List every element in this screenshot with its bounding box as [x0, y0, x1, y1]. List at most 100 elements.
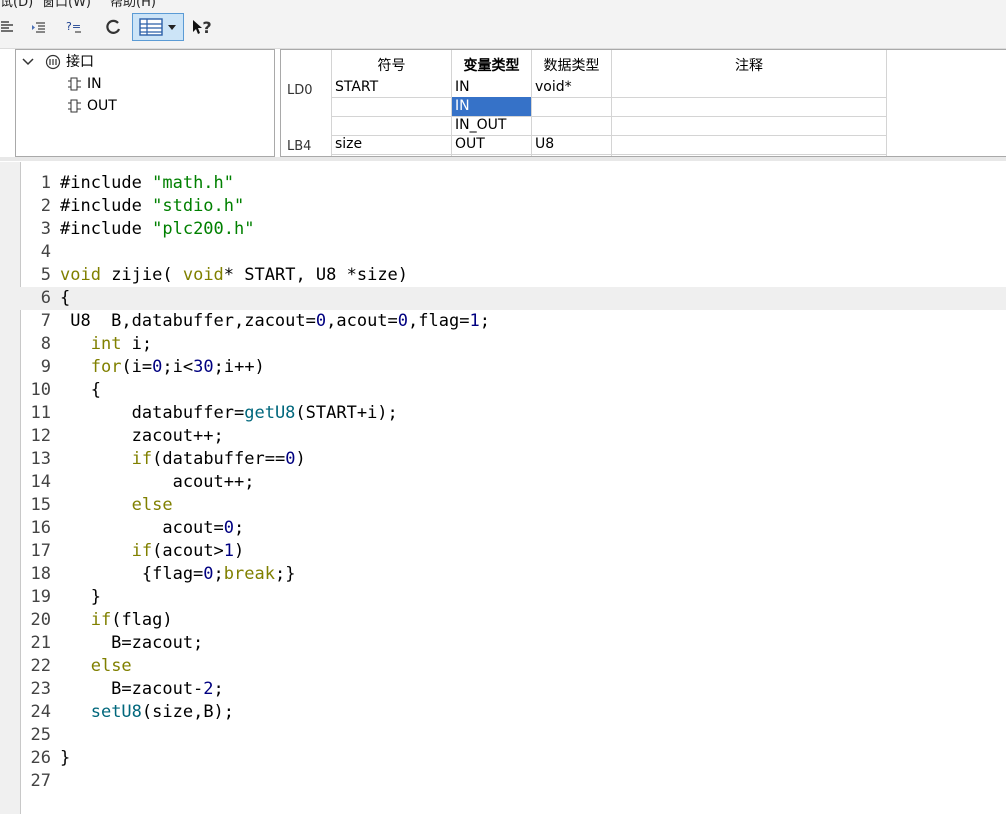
code-line[interactable]: 16 acout=0;: [20, 517, 1006, 540]
cell-data-type[interactable]: void*: [532, 78, 611, 97]
code-line[interactable]: 14 acout++;: [20, 471, 1006, 494]
context-help-button[interactable]: ?: [190, 13, 214, 41]
cell-comment[interactable]: [612, 116, 886, 135]
row-address-label: LB4: [287, 139, 312, 153]
code-line[interactable]: 20 if(flag): [20, 609, 1006, 632]
code-text: else: [90, 656, 132, 676]
align-left-icon[interactable]: [0, 13, 16, 41]
line-number: 11: [30, 403, 51, 423]
row-address-label: LD0: [287, 83, 313, 97]
cell-var-type[interactable]: IN_OUT: [452, 116, 531, 135]
line-number: 15: [30, 495, 51, 515]
code-line[interactable]: 11 databuffer=getU8(START+i);: [20, 402, 1006, 425]
line-number: 10: [30, 380, 51, 400]
tree-item-in[interactable]: IN: [68, 74, 102, 94]
code-line[interactable]: 9 for(i=0;i<30;i++): [20, 356, 1006, 379]
line-number: 22: [30, 656, 51, 676]
cell-var-type[interactable]: IN: [452, 78, 531, 97]
line-number: 23: [30, 679, 51, 699]
cell-symbol[interactable]: [332, 116, 451, 135]
code-text: int i;: [90, 334, 153, 354]
line-number: 13: [30, 449, 51, 469]
code-line[interactable]: 8 int i;: [20, 333, 1006, 356]
code-editor[interactable]: 1 #include "math.h" 2 #include "stdio.h" 3 #i…: [0, 162, 1006, 814]
code-line[interactable]: 21 B=zacout;: [20, 632, 1006, 655]
code-line[interactable]: 6{: [20, 287, 1006, 310]
code-line[interactable]: 26}: [20, 747, 1006, 770]
code-line[interactable]: 24 setU8(size,B);: [20, 701, 1006, 724]
cell-comment[interactable]: [612, 78, 886, 97]
code-text: {flag=0;break;}: [60, 564, 296, 584]
code-line[interactable]: 5 void zijie( void* START, U8 *size): [20, 264, 1006, 287]
input-pin-icon: [68, 77, 81, 91]
code-line[interactable]: 4: [20, 241, 1006, 264]
cell-symbol[interactable]: START: [332, 78, 451, 97]
menu-help[interactable]: 帮助(H): [110, 0, 156, 8]
code-line[interactable]: 22 else: [20, 655, 1006, 678]
code-text: #include "plc200.h": [60, 219, 255, 239]
table-view-button[interactable]: [132, 13, 184, 41]
menu-window[interactable]: 窗口(W): [42, 0, 91, 8]
code-text: {: [60, 380, 101, 400]
editor-margin: [0, 162, 21, 814]
code-text: setU8(size,B);: [90, 702, 235, 722]
pane-splitter[interactable]: [0, 157, 1006, 161]
code-line[interactable]: 1 #include "math.h": [20, 172, 1006, 195]
indent-icon[interactable]: [28, 13, 50, 41]
code-line[interactable]: 2 #include "stdio.h": [20, 195, 1006, 218]
cell-var-type[interactable]: OUT: [452, 135, 531, 154]
line-number: 6: [40, 288, 51, 308]
table-icon: [139, 18, 163, 36]
line-number: 24: [30, 702, 51, 722]
cell-var-type-selected[interactable]: IN: [452, 97, 531, 116]
code-line[interactable]: 12 zacout++;: [20, 425, 1006, 448]
code-line[interactable]: 7 U8 B,databuffer,zacout=0,acout=0,flag=…: [20, 310, 1006, 333]
code-line[interactable]: 3 #include "plc200.h": [20, 218, 1006, 241]
line-number: 19: [30, 587, 51, 607]
code-line[interactable]: 25: [20, 724, 1006, 747]
code-line[interactable]: 23 B=zacout-2;: [20, 678, 1006, 701]
line-number: 25: [30, 725, 51, 745]
cell-data-type[interactable]: U8: [532, 135, 611, 154]
cell-symbol[interactable]: [332, 97, 451, 116]
code-text: void zijie( void* START, U8 *size): [60, 265, 409, 285]
cell-symbol[interactable]: size: [332, 135, 451, 154]
code-line[interactable]: 15 else: [20, 494, 1006, 517]
tree-root-interface[interactable]: 接口: [22, 52, 94, 72]
code-line[interactable]: 17 if(acout>1): [20, 540, 1006, 563]
comment-icon[interactable]: ?=: [62, 13, 86, 41]
tree-item-out[interactable]: OUT: [68, 96, 117, 116]
refresh-icon[interactable]: [100, 13, 126, 41]
line-number: 27: [30, 771, 51, 791]
line-number: 1: [40, 173, 51, 193]
tree-root-label: 接口: [66, 54, 94, 70]
code-line[interactable]: 27: [20, 770, 1006, 793]
chevron-down-icon[interactable]: [22, 56, 34, 68]
tree-item-label: OUT: [87, 98, 117, 114]
code-line[interactable]: 18 {flag=0;break;}: [20, 563, 1006, 586]
toolbar: ?= ?: [0, 8, 1006, 49]
line-number: 26: [30, 748, 51, 768]
line-number: 20: [30, 610, 51, 630]
code-text: }: [60, 587, 101, 607]
code-text: if(acout>1): [131, 541, 245, 561]
chevron-down-icon[interactable]: [166, 21, 178, 33]
cursor-icon: [193, 20, 203, 34]
cell-comment[interactable]: [612, 97, 886, 116]
code-text: B=zacout;: [60, 633, 204, 653]
code-line[interactable]: 10 {: [20, 379, 1006, 402]
cell-data-type[interactable]: [532, 97, 611, 116]
interface-tree: 接口 IN OUT: [15, 49, 275, 157]
code-text: #include "stdio.h": [60, 196, 245, 216]
code-line[interactable]: 13 if(databuffer==0): [20, 448, 1006, 471]
code-line[interactable]: 19 }: [20, 586, 1006, 609]
line-number: 7: [40, 311, 51, 331]
cell-comment[interactable]: [612, 135, 886, 154]
cell-data-type[interactable]: [532, 116, 611, 135]
menu-debug[interactable]: 试(D): [0, 0, 33, 8]
menu-bar: 试(D) 窗口(W) 帮助(H): [0, 0, 1006, 8]
line-number: 18: [30, 564, 51, 584]
interface-icon: [45, 54, 61, 70]
code-text: {: [60, 288, 71, 308]
line-number: 16: [30, 518, 51, 538]
